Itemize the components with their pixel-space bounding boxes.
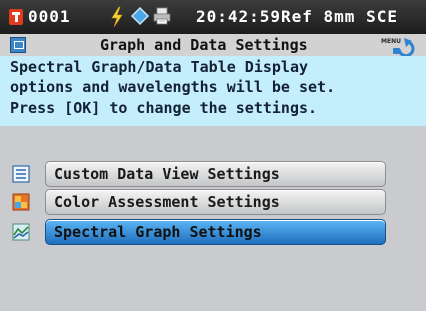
- color-assessment-icon: [12, 193, 30, 211]
- menu-item-color-assessment[interactable]: Color Assessment Settings: [0, 189, 426, 215]
- printer-icon: [153, 7, 171, 25]
- menu-item-custom-data-view[interactable]: Custom Data View Settings: [0, 161, 426, 187]
- page-title: Graph and Data Settings: [100, 36, 308, 54]
- sample-number: 0001: [28, 7, 71, 26]
- clock-time: 20:42:59: [196, 7, 282, 26]
- menu-item-label: Color Assessment Settings: [54, 193, 280, 211]
- description-line: Press [OK] to change the settings.: [10, 99, 318, 117]
- menu-button-label: MENU: [381, 38, 401, 45]
- color-assessment-settings-button[interactable]: Color Assessment Settings: [45, 189, 386, 215]
- diamond-icon: [130, 6, 150, 26]
- lightning-bolt-icon: [111, 6, 123, 28]
- menu-return-icon[interactable]: MENU: [378, 36, 420, 56]
- description-line: options and wavelengths will be set.: [10, 78, 336, 96]
- spectral-graph-icon: [12, 223, 30, 241]
- measurement-mode: Ref 8mm SCE: [281, 7, 398, 26]
- menu-item-label: Custom Data View Settings: [54, 165, 280, 183]
- device-screen: 0001 20:42:59 Ref 8mm SCE Graph and Data…: [0, 0, 426, 311]
- description-line: Spectral Graph/Data Table Display: [10, 58, 309, 76]
- list-icon: [12, 165, 30, 183]
- spectral-graph-settings-button[interactable]: Spectral Graph Settings: [45, 219, 386, 245]
- description-panel: Spectral Graph/Data Table Display option…: [0, 56, 426, 126]
- menu-item-label: Spectral Graph Settings: [54, 223, 262, 241]
- custom-data-view-settings-button[interactable]: Custom Data View Settings: [45, 161, 386, 187]
- settings-screen-icon: [10, 37, 26, 53]
- status-bar: 0001 20:42:59 Ref 8mm SCE: [0, 0, 426, 34]
- title-bar: Graph and Data Settings MENU: [0, 34, 426, 56]
- menu-item-spectral-graph[interactable]: Spectral Graph Settings: [0, 219, 426, 245]
- data-badge-icon: [9, 9, 23, 25]
